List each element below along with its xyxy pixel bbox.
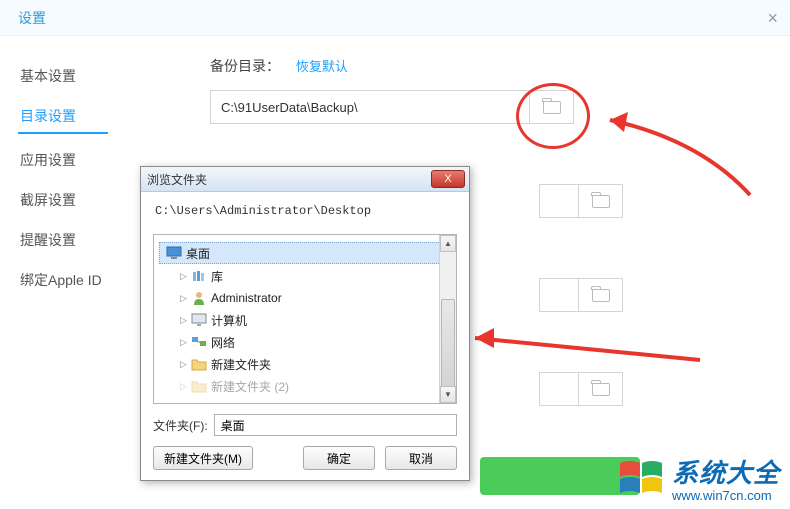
- tree-item-folder-1[interactable]: ▷ 新建文件夹: [158, 353, 452, 375]
- sidebar-item-label: 目录设置: [20, 108, 76, 124]
- sidebar-item-label: 绑定Apple ID: [20, 272, 102, 288]
- sidebar-item-basic[interactable]: 基本设置: [0, 56, 150, 96]
- browse-folder-button-3[interactable]: [579, 278, 623, 312]
- tree-scrollbar[interactable]: ▲ ▼: [439, 235, 456, 403]
- sidebar-item-reminder[interactable]: 提醒设置: [0, 220, 150, 260]
- folder-icon: [592, 195, 610, 208]
- window-close-button[interactable]: ×: [767, 8, 778, 29]
- backup-path-input[interactable]: [210, 90, 530, 124]
- tree-item-label: 网络: [211, 334, 235, 351]
- expander-icon[interactable]: ▷: [178, 315, 189, 326]
- folder-icon: [543, 101, 561, 114]
- network-icon: [191, 334, 207, 350]
- sidebar-item-label: 应用设置: [20, 152, 76, 168]
- desktop-icon: [166, 245, 182, 261]
- tree-item-label: Administrator: [211, 291, 282, 305]
- tree-item-label: 新建文件夹: [211, 356, 271, 373]
- dialog-folder-row: 文件夹(F):: [153, 414, 457, 436]
- sidebar-item-appleid[interactable]: 绑定Apple ID: [0, 260, 150, 300]
- tree-item-label: 库: [211, 268, 223, 285]
- expander-icon[interactable]: ▷: [178, 337, 189, 348]
- folder-icon: [191, 378, 207, 394]
- windows-flag-icon: [612, 453, 672, 503]
- sidebar-item-label: 提醒设置: [20, 232, 76, 248]
- tree-item-library[interactable]: ▷ 库: [158, 265, 452, 287]
- browse-folder-button-2[interactable]: [579, 184, 623, 218]
- tree-item-label: 桌面: [186, 245, 210, 262]
- library-icon: [191, 268, 207, 284]
- close-x-icon: X: [444, 173, 451, 185]
- folder-tree: 桌面 ▷ 库 ▷ Administrator ▷ 计算机: [153, 234, 457, 404]
- expander-icon[interactable]: ▷: [178, 359, 189, 370]
- dialog-body: C:\Users\Administrator\Desktop 桌面 ▷ 库 ▷ …: [141, 192, 469, 480]
- backup-section-label: 备份目录： 恢复默认: [210, 56, 760, 76]
- watermark-logo: 系统大全 www.win7cn.com: [612, 453, 780, 503]
- scroll-up-button[interactable]: ▲: [440, 235, 456, 252]
- dialog-close-button[interactable]: X: [431, 170, 465, 188]
- folder-icon: [191, 356, 207, 372]
- watermark-url: www.win7cn.com: [672, 488, 772, 503]
- tree-item-user[interactable]: ▷ Administrator: [158, 287, 452, 309]
- browse-folder-dialog: 浏览文件夹 X C:\Users\Administrator\Desktop 桌…: [140, 166, 470, 481]
- sidebar-item-screenshot[interactable]: 截屏设置: [0, 180, 150, 220]
- tree-item-label: 新建文件夹 (2): [211, 378, 289, 395]
- browse-folder-button[interactable]: [530, 90, 574, 124]
- folder-icon: [592, 383, 610, 396]
- scroll-thumb[interactable]: [441, 299, 455, 387]
- expander-icon[interactable]: ▷: [178, 271, 189, 282]
- restore-default-link[interactable]: 恢复默认: [296, 59, 348, 74]
- settings-titlebar: 设置 ×: [0, 0, 790, 36]
- scroll-down-button[interactable]: ▼: [440, 386, 456, 403]
- sidebar-item-app[interactable]: 应用设置: [0, 140, 150, 180]
- sidebar-item-label: 截屏设置: [20, 192, 76, 208]
- backup-label-text: 备份目录：: [210, 58, 280, 74]
- dialog-titlebar[interactable]: 浏览文件夹 X: [141, 167, 469, 192]
- new-folder-button[interactable]: 新建文件夹(M): [153, 446, 253, 470]
- folder-field-label: 文件夹(F):: [153, 417, 208, 434]
- watermark-brand: 系统大全: [672, 453, 780, 490]
- sidebar-item-label: 基本设置: [20, 68, 76, 84]
- tree-item-computer[interactable]: ▷ 计算机: [158, 309, 452, 331]
- expander-icon[interactable]: ▷: [178, 381, 189, 392]
- dialog-title-text: 浏览文件夹: [147, 171, 207, 188]
- user-icon: [191, 290, 207, 306]
- cancel-button[interactable]: 取消: [385, 446, 457, 470]
- sidebar-item-directory[interactable]: 目录设置: [18, 96, 108, 134]
- settings-sidebar: 基本设置 目录设置 应用设置 截屏设置 提醒设置 绑定Apple ID: [0, 36, 150, 509]
- tree-item-label: 计算机: [211, 312, 247, 329]
- dialog-button-row: 新建文件夹(M) 确定 取消: [153, 446, 457, 470]
- window-title: 设置: [18, 8, 46, 28]
- tree-item-network[interactable]: ▷ 网络: [158, 331, 452, 353]
- backup-path-row: [210, 90, 760, 124]
- browse-folder-button-4[interactable]: [579, 372, 623, 406]
- folder-name-input[interactable]: [214, 414, 457, 436]
- folder-icon: [592, 289, 610, 302]
- expander-icon[interactable]: ▷: [178, 293, 189, 304]
- tree-item-folder-2[interactable]: ▷ 新建文件夹 (2): [158, 375, 452, 397]
- dialog-current-path: C:\Users\Administrator\Desktop: [153, 202, 457, 220]
- tree-item-desktop[interactable]: 桌面: [159, 242, 451, 264]
- computer-icon: [191, 312, 207, 328]
- ok-button[interactable]: 确定: [303, 446, 375, 470]
